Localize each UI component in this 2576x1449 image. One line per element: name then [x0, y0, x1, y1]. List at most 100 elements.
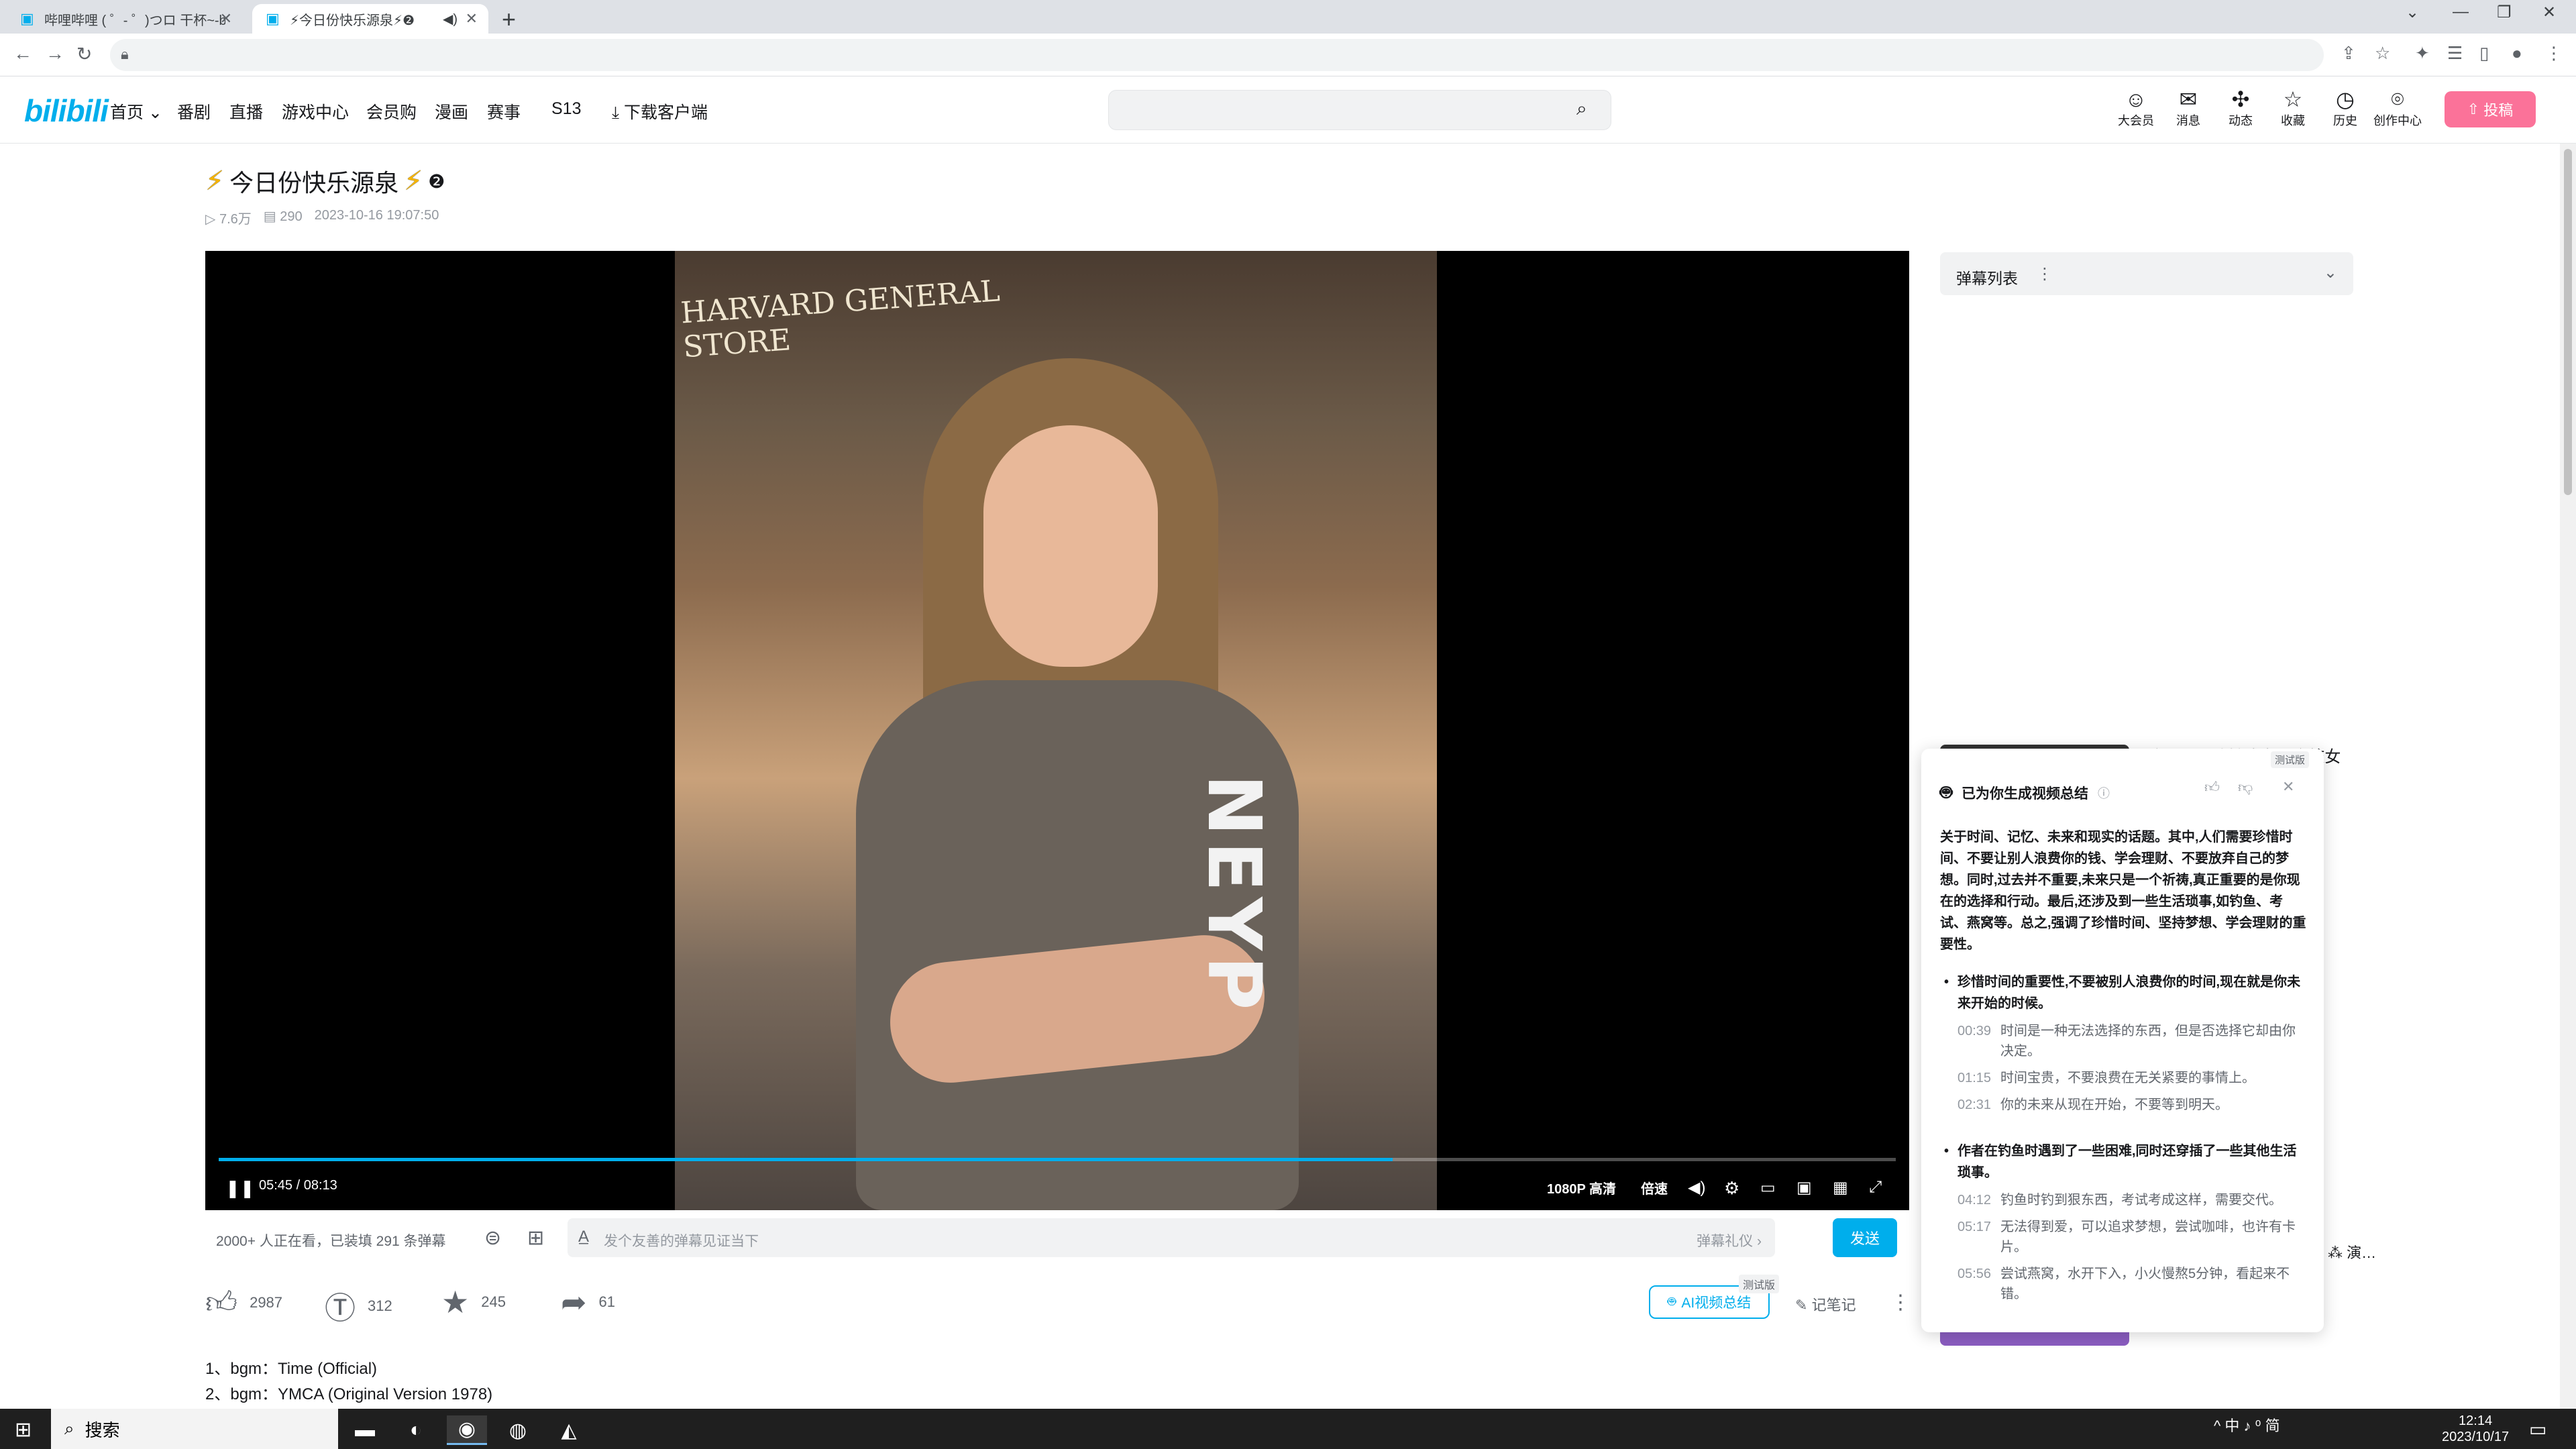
side-panel-icon[interactable]: ▯ — [2479, 43, 2489, 64]
search-icon: ⌕ — [64, 1418, 74, 1438]
feishu-icon[interactable]: ◭ — [549, 1415, 589, 1445]
share-icon[interactable]: ⇪ — [2341, 43, 2356, 64]
fullscreen-icon[interactable]: ⤢ — [1869, 1178, 1882, 1197]
app-icon[interactable]: ◍ — [498, 1415, 538, 1445]
danmaku-list-menu-icon[interactable]: ⋮ — [2037, 264, 2053, 284]
nav-esports[interactable]: 赛事 — [487, 99, 521, 123]
widescreen-icon[interactable]: ▣ — [1796, 1178, 1812, 1197]
quality-button[interactable]: 1080P 高清 — [1547, 1178, 1616, 1197]
web-fullscreen-icon[interactable]: ▦ — [1833, 1178, 1848, 1197]
video-player[interactable]: HARVARD GENERAL STORE NEYP ❚❚ 05:45 / 08… — [205, 251, 1909, 1210]
close-window-icon[interactable]: ✕ — [2542, 3, 2556, 22]
danmaku-list-panel[interactable]: 弹幕列表 ⋮ ⌄ — [1940, 252, 2353, 295]
nav-s13[interactable]: S13 — [551, 99, 581, 119]
scrollbar-thumb[interactable] — [2564, 149, 2572, 495]
restore-icon[interactable]: ❐ — [2497, 3, 2512, 22]
nav-manga[interactable]: 漫画 — [435, 99, 468, 123]
search-input[interactable] — [1108, 90, 1611, 130]
progress-bar[interactable] — [219, 1158, 1896, 1161]
share-button[interactable]: ➦ 61 — [561, 1284, 615, 1320]
message-icon: ✉ — [2179, 87, 2198, 111]
page-scrollbar[interactable] — [2560, 144, 2576, 1409]
system-clock[interactable]: 12:14 2023/10/17 — [2442, 1413, 2509, 1445]
header-messages[interactable]: ✉ 消息 — [2161, 87, 2215, 129]
ai-timestamp-point[interactable]: 05:17 无法得到爱，可以追求梦想，尝试咖啡，也许有卡片。 — [1940, 1217, 2306, 1257]
windows-start-icon[interactable]: ⊞ — [15, 1418, 32, 1442]
ai-timestamp-point[interactable]: 01:15 时间宝贵，不要浪费在无关紧要的事情上。 — [1940, 1068, 2306, 1088]
thumbs-down-icon[interactable]: 👎︎ — [2238, 778, 2253, 796]
header-vip[interactable]: ☺ 大会员 — [2109, 87, 2163, 129]
notification-icon[interactable]: ▭ — [2529, 1418, 2546, 1440]
tab-search-icon[interactable]: ⌄ — [2406, 3, 2419, 22]
ai-timestamp-point[interactable]: 02:31 你的未来从现在开始，不要等到明天。 — [1940, 1095, 2306, 1115]
extensions-icon[interactable]: ✦ — [2415, 43, 2430, 64]
header-favorites[interactable]: ☆ 收藏 — [2266, 87, 2320, 129]
new-tab-button[interactable]: + — [502, 5, 516, 34]
timestamp[interactable]: 02:31 — [1957, 1095, 2000, 1115]
danmaku-etiquette-link[interactable]: 弹幕礼仪 › — [1697, 1230, 1762, 1250]
nav-anime[interactable]: 番剧 — [177, 99, 211, 123]
forward-icon[interactable]: → — [46, 43, 64, 64]
minimize-icon[interactable]: — — [2453, 3, 2469, 21]
speaker-icon[interactable]: ◀) — [443, 11, 458, 28]
nav-live[interactable]: 直播 — [229, 99, 263, 123]
profile-icon[interactable]: ● — [2512, 43, 2522, 64]
chrome-browser-icon[interactable]: ◉ — [447, 1415, 487, 1445]
ai-timestamp-point[interactable]: 05:56 尝试燕窝，水开下入，小火慢熬5分钟，看起来不错。 — [1940, 1264, 2306, 1304]
back-icon[interactable]: ← — [13, 43, 32, 64]
bilibili-logo[interactable]: bilibili — [24, 93, 109, 129]
header-creation-center[interactable]: ⌾ 创作中心 — [2371, 87, 2424, 129]
volume-icon[interactable]: ◀) — [1688, 1178, 1705, 1197]
notes-button[interactable]: ✎ 记笔记 — [1795, 1293, 1856, 1315]
danmaku-toggle-icon[interactable]: ⊜ — [484, 1226, 501, 1250]
reading-list-icon[interactable]: ☰ — [2447, 43, 2463, 64]
favorite-button[interactable]: ★ 245 — [441, 1284, 506, 1320]
picture-in-picture-icon[interactable]: ▭ — [1760, 1178, 1776, 1197]
nav-home[interactable]: 首页 ⌄ — [110, 99, 162, 123]
more-options-icon[interactable]: ⋮ — [1890, 1291, 1911, 1314]
nav-game-center[interactable]: 游戏中心 — [282, 99, 349, 123]
recommended-thumbnail[interactable] — [1940, 1331, 2129, 1346]
bookmark-star-icon[interactable]: ☆ — [2375, 43, 2390, 64]
danmaku-settings-icon[interactable]: ⊞ — [527, 1226, 544, 1250]
close-tab-icon[interactable]: ✕ — [220, 10, 232, 28]
settings-gear-icon[interactable]: ⚙ — [1724, 1178, 1739, 1199]
system-tray[interactable]: ^ 中 ♪ ⁰ 简 — [2214, 1414, 2280, 1436]
browser-tab-video[interactable]: ▣ ⚡今日份快乐源泉⚡❷ ◀) ✕ — [252, 4, 488, 34]
close-icon[interactable]: ✕ — [2282, 778, 2294, 796]
address-bar[interactable]: 🔒︎ — [110, 39, 2324, 71]
close-tab-icon[interactable]: ✕ — [466, 10, 478, 28]
timestamp[interactable]: 04:12 — [1957, 1190, 2000, 1210]
speed-button[interactable]: 倍速 — [1641, 1178, 1668, 1197]
reload-icon[interactable]: ↻ — [76, 43, 92, 65]
send-danmaku-button[interactable]: 发送 — [1833, 1218, 1897, 1257]
nav-mall[interactable]: 会员购 — [366, 99, 417, 123]
ai-panel-heading: 已为你生成视频总结 — [1962, 786, 2088, 802]
search-icon[interactable]: ⌕ — [1576, 98, 1587, 120]
timestamp[interactable]: 05:56 — [1957, 1264, 2000, 1304]
danmaku-input[interactable]: A̲ 发个友善的弹幕见证当下 弹幕礼仪 › — [568, 1218, 1775, 1257]
edge-browser-icon[interactable]: ◐ — [396, 1415, 436, 1445]
header-history[interactable]: ◷ 历史 — [2318, 87, 2372, 129]
info-icon[interactable]: ⓘ — [2098, 784, 2110, 802]
like-button[interactable]: 👍︎ 2987 — [205, 1284, 282, 1322]
pause-icon[interactable]: ❚❚ — [225, 1178, 255, 1199]
coin-count: 312 — [368, 1297, 392, 1314]
timestamp[interactable]: 05:17 — [1957, 1217, 2000, 1257]
timestamp[interactable]: 00:39 — [1957, 1021, 2000, 1061]
thumbs-up-icon[interactable]: 👍︎ — [2204, 778, 2220, 796]
font-style-icon[interactable]: A̲ — [578, 1228, 589, 1246]
ai-timestamp-point[interactable]: 00:39 时间是一种无法选择的东西，但是否选择它却由你决定。 — [1940, 1021, 2306, 1061]
chevron-down-icon[interactable]: ⌄ — [2324, 263, 2337, 282]
browser-tab-bilibili-home[interactable]: ▣ 哔哩哔哩 ( ゜- ゜)つロ 干杯~-bili ✕ — [7, 4, 243, 34]
menu-dots-icon[interactable]: ⋮ — [2545, 43, 2563, 64]
browser-tab-bar: ▣ 哔哩哔哩 ( ゜- ゜)つロ 干杯~-bili ✕ ▣ ⚡今日份快乐源泉⚡❷… — [0, 0, 2576, 34]
file-explorer-icon[interactable]: ▬ — [345, 1415, 385, 1445]
ai-timestamp-point[interactable]: 04:12 钓鱼时钓到狠东西，考试考成这样，需要交代。 — [1940, 1190, 2306, 1210]
taskbar-search[interactable]: ⌕ 搜索 — [51, 1409, 338, 1449]
nav-download-client[interactable]: ⤓ 下载客户端 — [612, 99, 708, 123]
coin-button[interactable]: Ⓣ 312 — [325, 1284, 392, 1328]
header-dynamic[interactable]: ✣ 动态 — [2214, 87, 2267, 129]
timestamp[interactable]: 01:15 — [1957, 1068, 2000, 1088]
upload-button[interactable]: ⇧ 投稿 — [2445, 91, 2536, 127]
